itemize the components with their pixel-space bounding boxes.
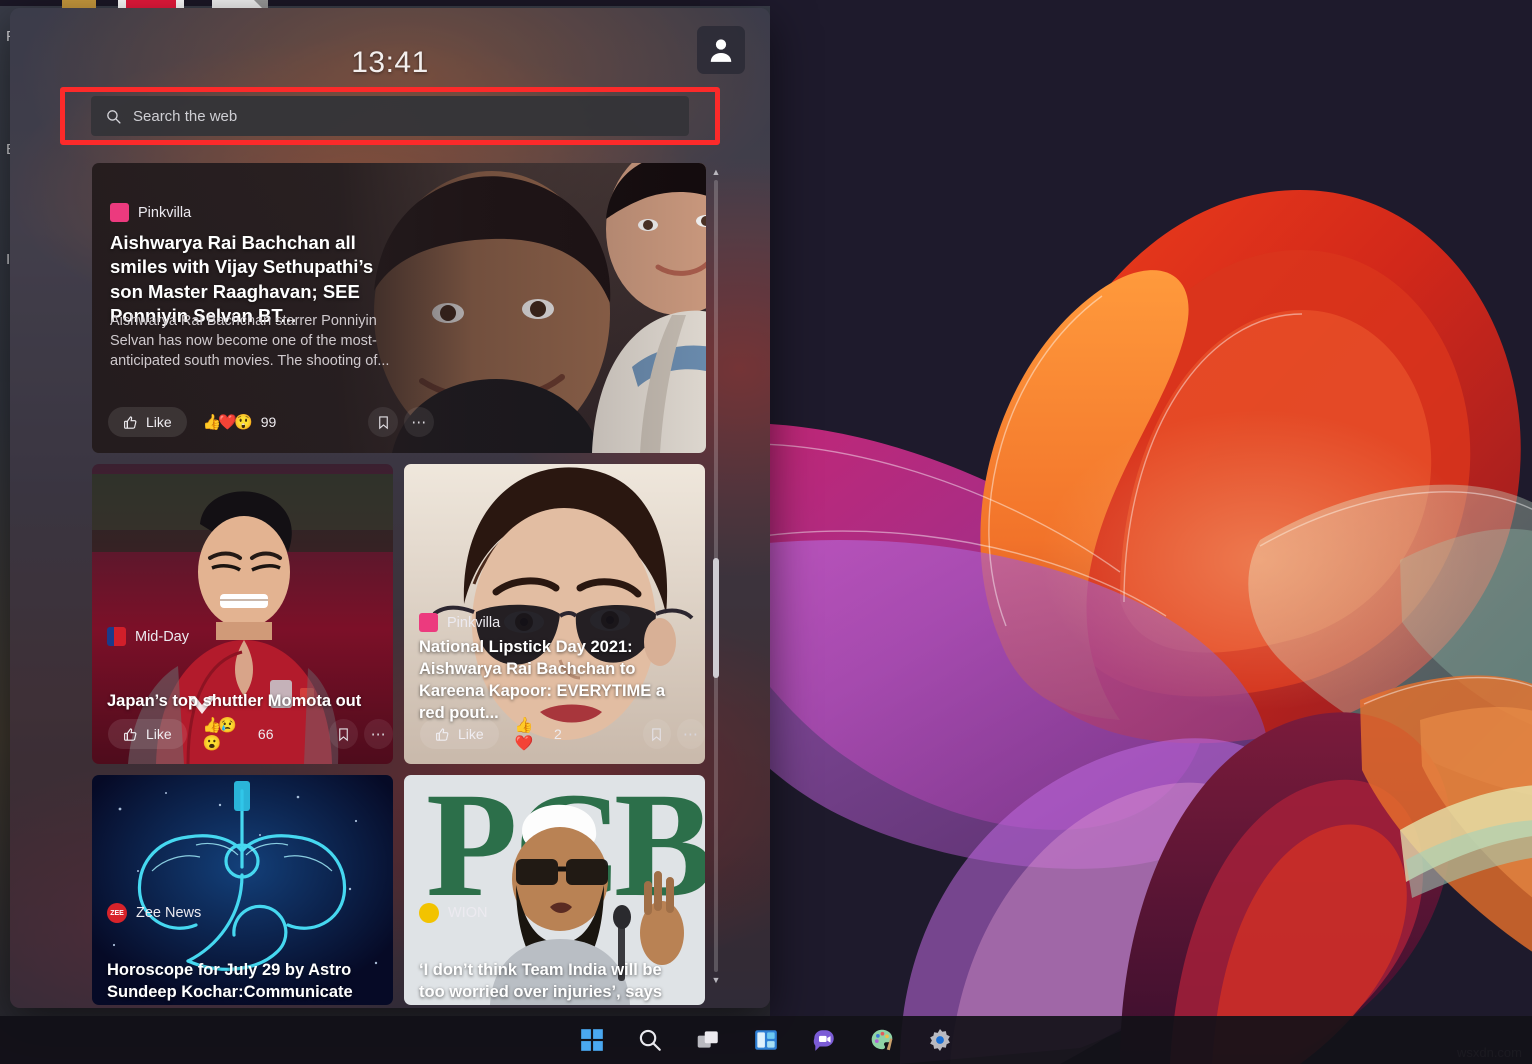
news-card-publisher[interactable]: Mid-Day xyxy=(107,627,189,646)
news-card-horoscope[interactable]: ZEE Zee News Horoscope for July 29 by As… xyxy=(92,775,393,1005)
like-button-label: Like xyxy=(146,726,172,742)
news-card-publisher[interactable]: ZEE Zee News xyxy=(107,903,201,923)
news-card-headline[interactable]: National Lipstick Day 2021: Aishwarya Ra… xyxy=(419,636,691,724)
search-icon xyxy=(637,1027,663,1053)
reactions-group[interactable]: 👍❤️ 2 xyxy=(515,716,562,752)
chat-button[interactable] xyxy=(804,1020,844,1060)
user-avatar-button[interactable] xyxy=(697,26,745,74)
like-button[interactable]: Like xyxy=(108,407,187,437)
thumbs-up-icon xyxy=(123,727,138,742)
thumbs-up-icon xyxy=(123,415,138,430)
more-options-button[interactable]: ⋯ xyxy=(677,719,705,749)
publisher-logo-icon xyxy=(419,903,439,923)
news-card-headline[interactable]: Horoscope for July 29 by Astro Sundeep K… xyxy=(107,959,379,1003)
like-button[interactable]: Like xyxy=(420,719,499,749)
search-button[interactable] xyxy=(630,1020,670,1060)
news-card-shuttler[interactable]: Mid-Day Japan’s top shuttler Momota out … xyxy=(92,464,393,764)
search-icon xyxy=(105,108,122,125)
save-button[interactable] xyxy=(368,407,398,437)
user-avatar-icon xyxy=(706,35,736,65)
news-card-actions[interactable]: Like 👍❤️ 2 xyxy=(420,716,705,752)
settings-button[interactable] xyxy=(920,1020,960,1060)
paint-palette-icon xyxy=(869,1027,895,1053)
news-row-3: ZEE Zee News Horoscope for July 29 by As… xyxy=(92,775,706,1005)
start-button[interactable] xyxy=(572,1020,612,1060)
publisher-logo-icon xyxy=(419,613,438,632)
publisher-name: Zee News xyxy=(136,905,201,921)
desktop-wallpaper xyxy=(700,0,1532,1064)
search-input-placeholder[interactable]: Search the web xyxy=(133,108,237,125)
widgets-icon xyxy=(753,1027,779,1053)
task-view-button[interactable] xyxy=(688,1020,728,1060)
publisher-logo-icon: ZEE xyxy=(107,903,127,923)
reaction-count: 99 xyxy=(261,414,277,430)
news-card-hero[interactable]: Pinkvilla Aishwarya Rai Bachchan all smi… xyxy=(92,163,706,453)
publisher-name: Pinkvilla xyxy=(447,615,500,631)
news-card-publisher[interactable]: Pinkvilla xyxy=(419,613,500,632)
like-button[interactable]: Like xyxy=(108,719,187,749)
desktop: F E I 13:41 Search the web xyxy=(0,0,1532,1064)
reaction-count: 2 xyxy=(554,726,562,742)
publisher-name: WION xyxy=(448,905,487,921)
scroll-up-arrow[interactable]: ▲ xyxy=(710,166,722,178)
scrollbar-thumb[interactable] xyxy=(713,558,719,678)
more-options-button[interactable]: ⋯ xyxy=(404,407,434,437)
bookmark-icon xyxy=(376,415,391,430)
reactions-group[interactable]: 👍😢😮 66 xyxy=(203,716,274,752)
widgets-clock: 13:41 xyxy=(10,46,770,80)
feed-scrollbar[interactable]: ▲ ▼ xyxy=(710,166,722,986)
news-card-summary: Aishwarya Rai Bachchan starrer Ponniyin … xyxy=(110,311,400,371)
widgets-panel[interactable]: 13:41 Search the web xyxy=(10,8,770,1008)
gear-icon xyxy=(927,1027,953,1053)
like-button-label: Like xyxy=(146,414,172,430)
task-view-icon xyxy=(695,1027,721,1053)
thumbs-up-icon xyxy=(435,727,450,742)
news-card-team-india[interactable]: P C B xyxy=(404,775,705,1005)
news-card-actions[interactable]: Like 👍😢😮 66 xyxy=(108,716,393,752)
news-card-headline[interactable]: Japan’s top shuttler Momota out xyxy=(107,690,379,712)
news-row-2: Mid-Day Japan’s top shuttler Momota out … xyxy=(92,464,706,764)
search-the-web-box[interactable]: Search the web xyxy=(91,96,689,136)
taskbar[interactable] xyxy=(0,1016,1532,1064)
bookmark-icon xyxy=(336,727,351,742)
reactions-group[interactable]: 👍❤️😲 99 xyxy=(203,413,277,431)
reaction-emojis: 👍❤️😲 xyxy=(203,413,250,431)
news-card-publisher[interactable]: Pinkvilla xyxy=(110,203,191,222)
publisher-name: Pinkvilla xyxy=(138,205,191,221)
news-card-lipstick[interactable]: Pinkvilla National Lipstick Day 2021: Ai… xyxy=(404,464,705,764)
widgets-feed[interactable]: Pinkvilla Aishwarya Rai Bachchan all smi… xyxy=(10,158,770,1008)
news-card-actions[interactable]: Like 👍❤️😲 99 ⋯ xyxy=(108,407,434,437)
reaction-count: 66 xyxy=(258,726,274,742)
publisher-name: Mid-Day xyxy=(135,629,189,645)
publisher-logo-icon xyxy=(107,627,126,646)
more-options-button[interactable]: ⋯ xyxy=(364,719,393,749)
widgets-button[interactable] xyxy=(746,1020,786,1060)
scroll-down-arrow[interactable]: ▼ xyxy=(710,974,722,986)
bookmark-icon xyxy=(649,727,664,742)
reaction-emojis: 👍❤️ xyxy=(515,716,543,752)
save-button[interactable] xyxy=(643,719,671,749)
paint-button[interactable] xyxy=(862,1020,902,1060)
like-button-label: Like xyxy=(458,726,484,742)
publisher-logo-icon xyxy=(110,203,129,222)
chat-video-icon xyxy=(811,1027,837,1053)
windows-logo-icon xyxy=(579,1027,605,1053)
news-card-publisher[interactable]: WION xyxy=(419,903,487,923)
news-card-headline[interactable]: ‘I don’t think Team India will be too wo… xyxy=(419,959,691,1003)
save-button[interactable] xyxy=(329,719,358,749)
reaction-emojis: 👍😢😮 xyxy=(203,716,247,752)
